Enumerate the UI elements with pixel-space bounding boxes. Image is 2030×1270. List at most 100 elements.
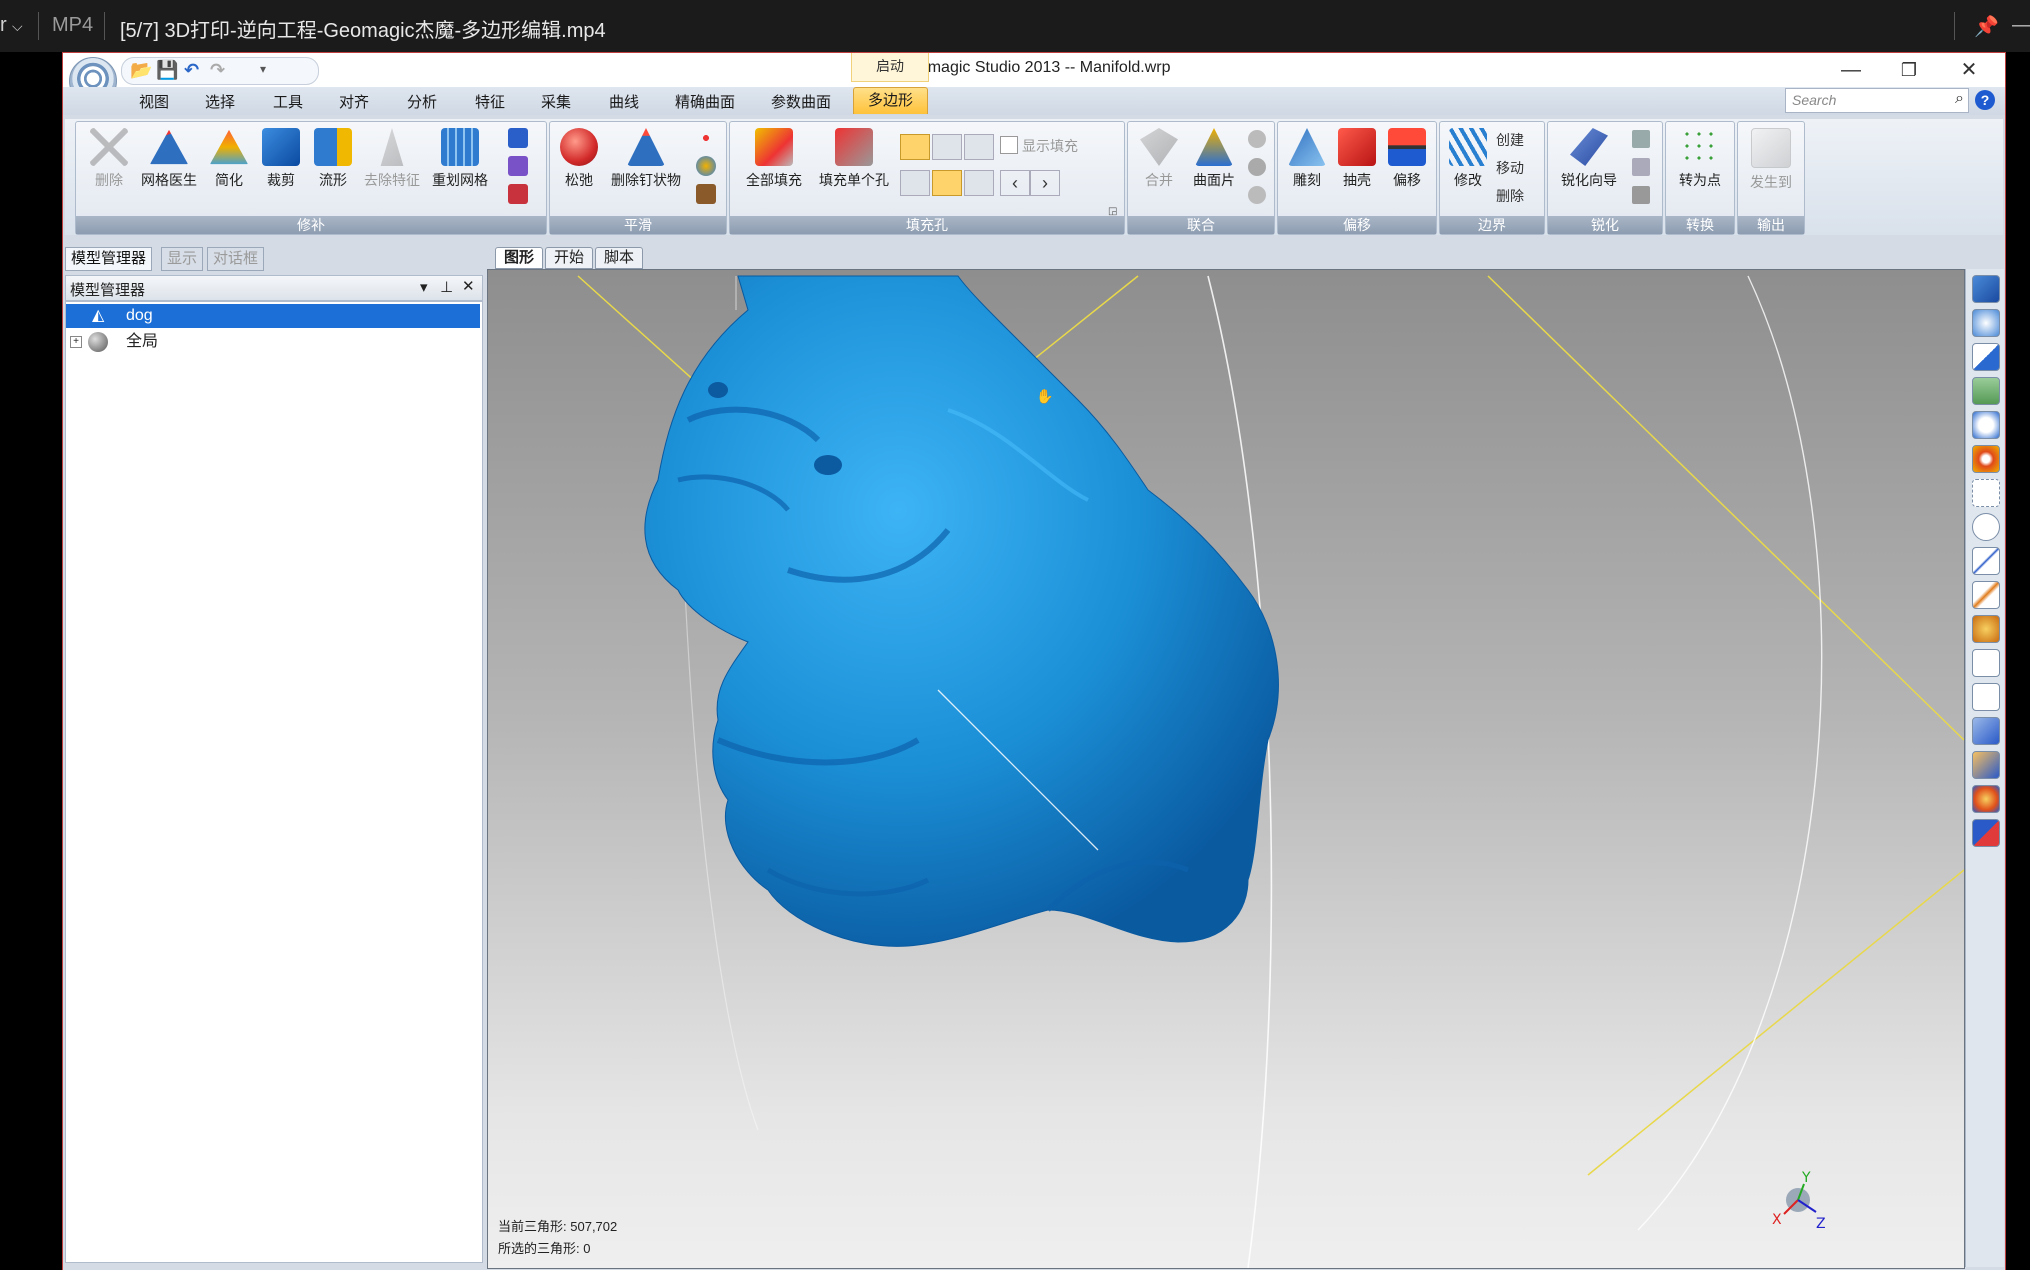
manifold-button[interactable]: 流形 [308, 128, 358, 190]
fill-mode-edge-icon[interactable] [932, 134, 962, 160]
3d-viewport[interactable]: ✋ X Y Z 当前三角形: 507,702 所选的三角形: 0 [487, 269, 1965, 1269]
rotate-view-icon[interactable] [1972, 309, 2000, 337]
close-button[interactable]: ✕ [1941, 55, 1997, 85]
tab-view[interactable]: 视图 [139, 91, 169, 112]
smooth-small-icon-3[interactable] [696, 184, 716, 204]
dog-mesh-model[interactable] [644, 275, 1279, 947]
minimize-icon[interactable]: — [2012, 14, 2030, 37]
select-all-icon[interactable] [1972, 717, 2000, 745]
tab-align[interactable]: 对齐 [339, 91, 369, 112]
chevron-down-icon[interactable]: ⌵ [12, 18, 23, 35]
panel-close-icon[interactable]: ✕ [462, 277, 475, 295]
remove-features-button[interactable]: 去除特征 [360, 128, 424, 190]
rectangle-select-icon[interactable] [1972, 479, 2000, 507]
delete-boundary-button[interactable]: 删除 [1496, 186, 1524, 206]
relax-button[interactable]: 松弛 [556, 128, 602, 190]
previous-icon[interactable]: ‹ [1000, 170, 1030, 196]
repair-small-icon-1[interactable] [508, 128, 528, 148]
tree-item-dog[interactable]: ◭ dog [66, 304, 480, 328]
sharpen-wizard-button[interactable]: 锐化向导 [1554, 128, 1624, 190]
fill-curvature-icon[interactable] [900, 170, 930, 196]
help-icon[interactable]: ? [1975, 90, 1995, 110]
fill-mode-bridge-icon[interactable] [964, 134, 994, 160]
tab-features[interactable]: 特征 [475, 91, 505, 112]
tab-script[interactable]: 脚本 [595, 247, 644, 269]
tab-model-manager[interactable]: 模型管理器 [65, 247, 153, 271]
next-icon[interactable]: › [1030, 170, 1060, 196]
trim-button[interactable]: 裁剪 [256, 128, 306, 190]
modify-boundary-button[interactable]: 修改 [1444, 128, 1492, 190]
sharpen-small-icon-2[interactable] [1632, 158, 1650, 176]
tab-select[interactable]: 选择 [205, 91, 235, 112]
search-input[interactable]: Search ⌕ [1785, 88, 1969, 113]
tab-capture[interactable]: 采集 [541, 91, 571, 112]
tab-parametric-surfaces[interactable]: 参数曲面 [771, 91, 831, 112]
tab-polygons[interactable]: 多边形 [853, 87, 929, 114]
fill-all-button[interactable]: 全部填充 [738, 128, 810, 190]
fill-single-button[interactable]: 填充单个孔 [814, 128, 894, 190]
select-visible-icon[interactable] [1972, 683, 2000, 711]
open-folder-icon[interactable]: 📂 [130, 60, 152, 81]
repair-small-icon-2[interactable] [508, 156, 528, 176]
custom-region-icon[interactable] [1972, 615, 2000, 643]
redo-icon[interactable]: ↷ [210, 60, 225, 81]
show-fill-checkbox[interactable] [1000, 136, 1018, 154]
select-none-icon[interactable] [1972, 751, 2000, 779]
player-menu-glyph[interactable]: r [0, 14, 7, 37]
delete-button[interactable]: 删除 [84, 128, 134, 190]
repair-small-icon-3[interactable] [508, 184, 528, 204]
send-to-button[interactable]: 发生到 [1742, 128, 1800, 192]
view-cube-icon[interactable] [1972, 275, 2000, 303]
pan-icon[interactable] [1972, 377, 2000, 405]
undo-icon[interactable]: ↶ [184, 60, 199, 81]
fill-tangent-icon[interactable] [932, 170, 962, 196]
search-icon[interactable]: ⌕ [1955, 90, 1964, 108]
tab-graphics[interactable]: 图形 [495, 247, 544, 269]
create-boundary-button[interactable]: 创建 [1496, 130, 1524, 150]
offset-button[interactable]: 偏移 [1382, 128, 1432, 190]
combine-small-icon-1[interactable] [1248, 130, 1266, 148]
restore-button[interactable]: ❐ [1881, 55, 1937, 85]
shading-icon[interactable] [1972, 445, 2000, 473]
shell-button[interactable]: 抽壳 [1332, 128, 1382, 190]
zoom-icon[interactable] [1972, 411, 2000, 439]
paint-select-icon[interactable] [1972, 581, 2000, 609]
fill-flat-icon[interactable] [964, 170, 994, 196]
select-through-icon[interactable] [1972, 649, 2000, 677]
patch-button[interactable]: 曲面片 [1186, 128, 1242, 190]
tab-analysis[interactable]: 分析 [407, 91, 437, 112]
combine-small-icon-3[interactable] [1248, 186, 1266, 204]
pin-icon[interactable]: 📌 [1974, 14, 1999, 39]
merge-button[interactable]: 合并 [1134, 128, 1184, 190]
sharpen-small-icon-1[interactable] [1632, 130, 1650, 148]
tab-dialog[interactable]: 对话框 [207, 247, 265, 271]
lasso-select-icon[interactable] [1972, 513, 2000, 541]
tab-display[interactable]: 显示 [161, 247, 204, 271]
invert-selection-icon[interactable] [1972, 785, 2000, 813]
tree-item-global[interactable]: + 全局 [66, 330, 480, 354]
fill-mode-complete-icon[interactable] [900, 134, 930, 160]
grow-selection-icon[interactable] [1972, 819, 2000, 847]
sculpt-button[interactable]: 雕刻 [1282, 128, 1332, 190]
remove-spikes-button[interactable]: 删除钉状物 [608, 128, 684, 190]
expand-icon[interactable]: + [70, 336, 82, 348]
smooth-small-icon-2[interactable] [696, 156, 716, 176]
pin-icon[interactable]: ⊥ [440, 278, 453, 296]
context-tab-start[interactable]: 启动 [851, 53, 929, 82]
qat-dropdown-icon[interactable]: ▾ [260, 62, 266, 76]
mesh-doctor-button[interactable]: 网格医生 [136, 128, 202, 190]
fit-view-icon[interactable] [1972, 343, 2000, 371]
sharpen-small-icon-3[interactable] [1632, 186, 1650, 204]
minimize-button[interactable]: — [1823, 55, 1879, 85]
remesh-button[interactable]: 重划网格 [426, 128, 494, 190]
tab-exact-surfaces[interactable]: 精确曲面 [675, 91, 735, 112]
tab-start[interactable]: 开始 [545, 247, 594, 269]
convert-to-points-button[interactable]: 转为点 [1670, 128, 1730, 190]
smooth-small-icon-1[interactable] [696, 128, 716, 148]
simplify-button[interactable]: 简化 [204, 128, 254, 190]
line-select-icon[interactable] [1972, 547, 2000, 575]
save-icon[interactable]: 💾 [156, 60, 178, 81]
panel-dropdown-icon[interactable]: ▾ [420, 278, 428, 296]
move-boundary-button[interactable]: 移动 [1496, 158, 1524, 178]
tab-tools[interactable]: 工具 [273, 91, 303, 112]
